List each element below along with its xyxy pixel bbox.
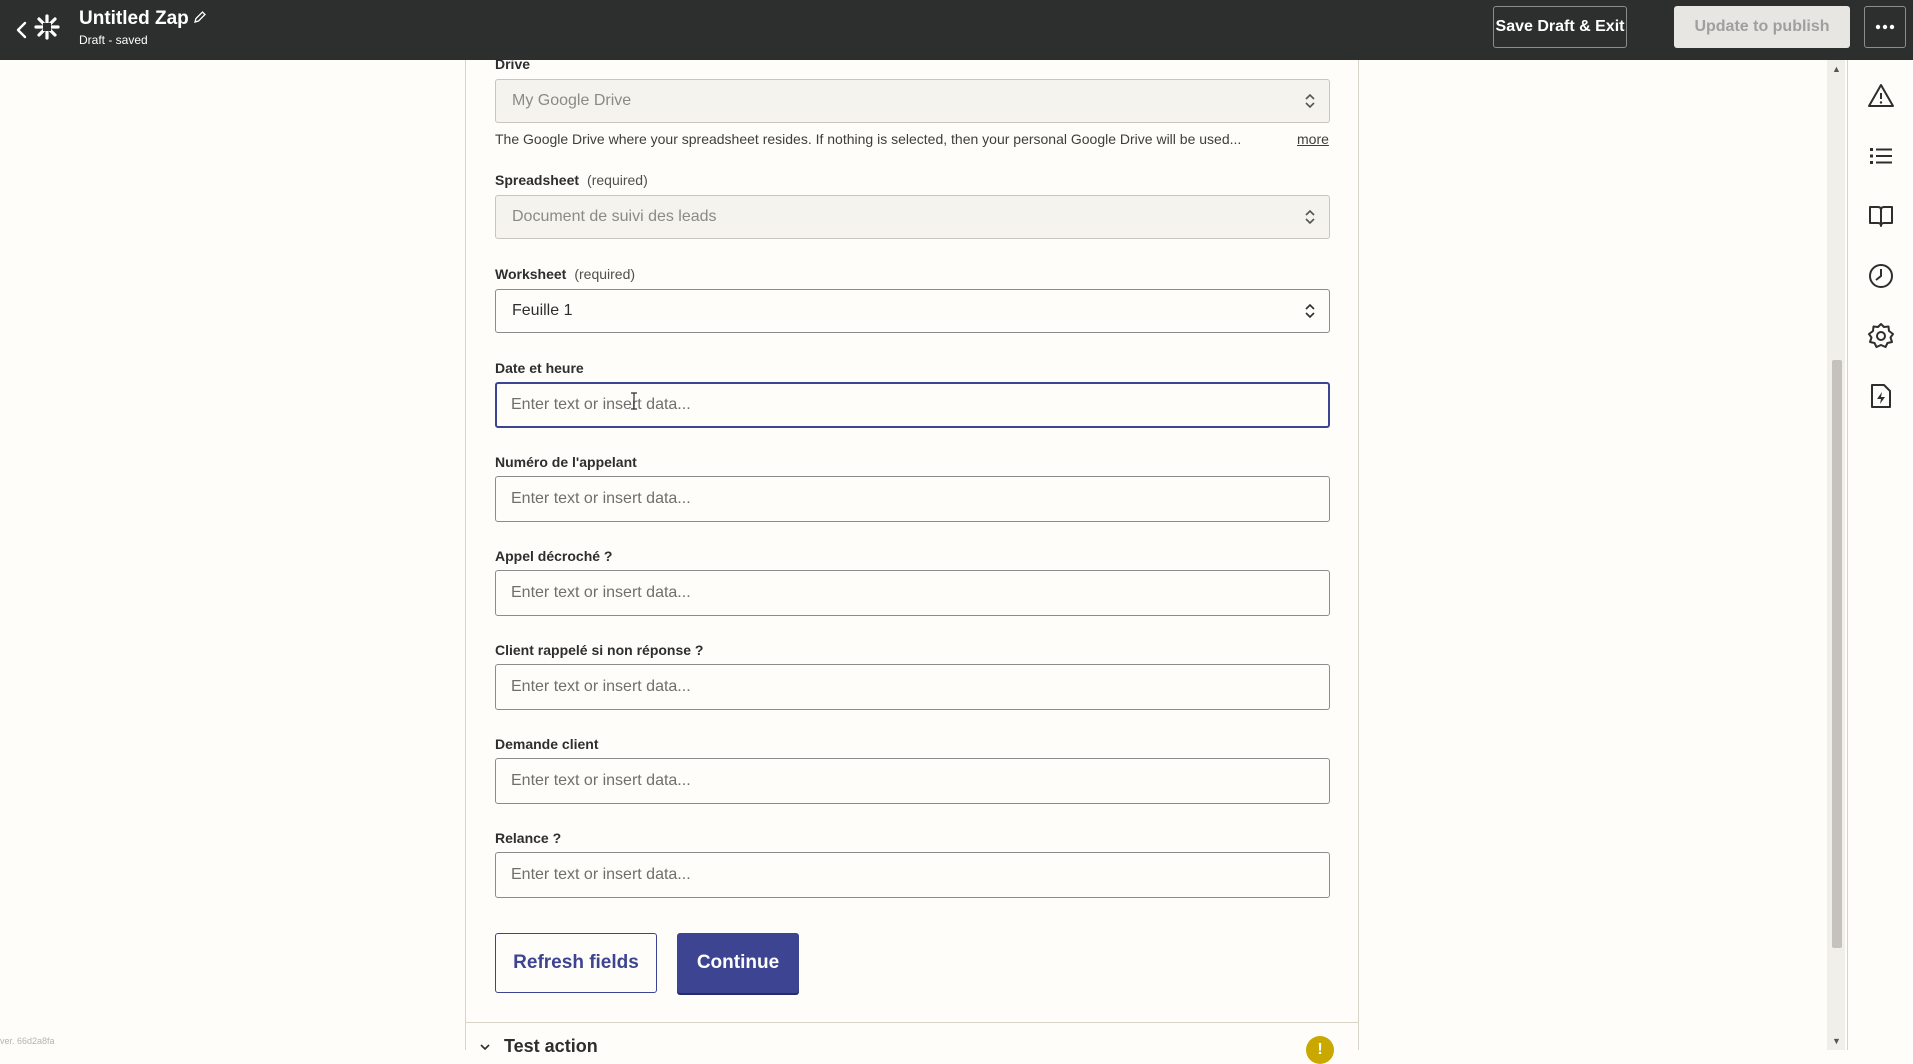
drive-more-link[interactable]: more — [1297, 131, 1329, 147]
demande-client-input[interactable] — [495, 758, 1330, 804]
scroll-down-arrow-icon[interactable]: ▼ — [1832, 1036, 1841, 1046]
worksheet-label-text: Worksheet — [495, 266, 567, 282]
chevron-down-icon[interactable] — [480, 1042, 490, 1052]
text-cursor-icon — [631, 392, 637, 410]
zap-title[interactable]: Untitled Zap — [79, 8, 189, 30]
field-label-demande-client: Demande client — [495, 736, 599, 752]
zapier-logo-icon[interactable] — [34, 14, 60, 40]
field-label-date-et-heure: Date et heure — [495, 360, 584, 376]
section-divider — [466, 1022, 1358, 1023]
required-tag: (required) — [587, 172, 648, 188]
select-arrows-icon — [1305, 303, 1315, 319]
zap-status: Draft - saved — [79, 33, 148, 47]
appel-decroche-input[interactable] — [495, 570, 1330, 616]
book-icon[interactable] — [1867, 202, 1895, 230]
drive-label: Drive — [495, 56, 531, 72]
numero-appelant-input[interactable] — [495, 476, 1330, 522]
worksheet-label: Worksheet (required) — [495, 266, 635, 282]
drive-select[interactable]: My Google Drive — [495, 79, 1330, 123]
version-label: ver. 66d2a8fa — [0, 1036, 55, 1046]
select-arrows-icon — [1305, 93, 1315, 109]
right-sidebar — [1847, 60, 1913, 1050]
more-options-button[interactable] — [1864, 6, 1906, 48]
relance-input[interactable] — [495, 852, 1330, 898]
settings-icon[interactable] — [1867, 322, 1895, 350]
spreadsheet-label-text: Spreadsheet — [495, 172, 580, 188]
select-arrows-icon — [1305, 209, 1315, 225]
test-action-section-header[interactable]: Test action — [504, 1036, 598, 1057]
warning-badge: ! — [1306, 1036, 1334, 1064]
update-to-publish-button[interactable]: Update to publish — [1674, 6, 1850, 48]
pencil-icon[interactable] — [193, 10, 207, 24]
scroll-up-arrow-icon[interactable]: ▲ — [1832, 64, 1841, 74]
history-icon[interactable] — [1867, 262, 1895, 290]
drive-select-value: My Google Drive — [512, 92, 632, 109]
zap-file-icon[interactable] — [1867, 382, 1895, 410]
panel-scrollbar[interactable]: ▲ ▼ — [1827, 60, 1845, 1050]
continue-button[interactable]: Continue — [677, 933, 799, 993]
field-label-numero-appelant: Numéro de l'appelant — [495, 454, 637, 470]
spreadsheet-label: Spreadsheet (required) — [495, 172, 648, 188]
save-draft-exit-button[interactable]: Save Draft & Exit — [1493, 6, 1627, 48]
refresh-fields-button[interactable]: Refresh fields — [495, 933, 657, 993]
worksheet-select[interactable]: Feuille 1 — [495, 289, 1330, 333]
more-horizontal-icon — [1875, 24, 1895, 30]
field-label-client-rappele: Client rappelé si non réponse ? — [495, 642, 704, 658]
drive-help-text: The Google Drive where your spreadsheet … — [495, 131, 1242, 147]
list-icon[interactable] — [1867, 142, 1895, 170]
chevron-left-icon[interactable] — [12, 16, 32, 44]
date-et-heure-input[interactable] — [495, 382, 1330, 428]
client-rappele-input[interactable] — [495, 664, 1330, 710]
spreadsheet-select-value: Document de suivi des leads — [512, 208, 717, 225]
required-tag: (required) — [574, 266, 636, 282]
scroll-thumb[interactable] — [1832, 360, 1842, 948]
field-label-appel-decroche: Appel décroché ? — [495, 548, 613, 564]
worksheet-select-value: Feuille 1 — [512, 302, 573, 319]
warning-icon[interactable] — [1867, 82, 1895, 110]
field-label-relance: Relance ? — [495, 830, 562, 846]
top-bar: Untitled Zap Draft - saved Save Draft & … — [0, 0, 1913, 60]
spreadsheet-select[interactable]: Document de suivi des leads — [495, 195, 1330, 239]
